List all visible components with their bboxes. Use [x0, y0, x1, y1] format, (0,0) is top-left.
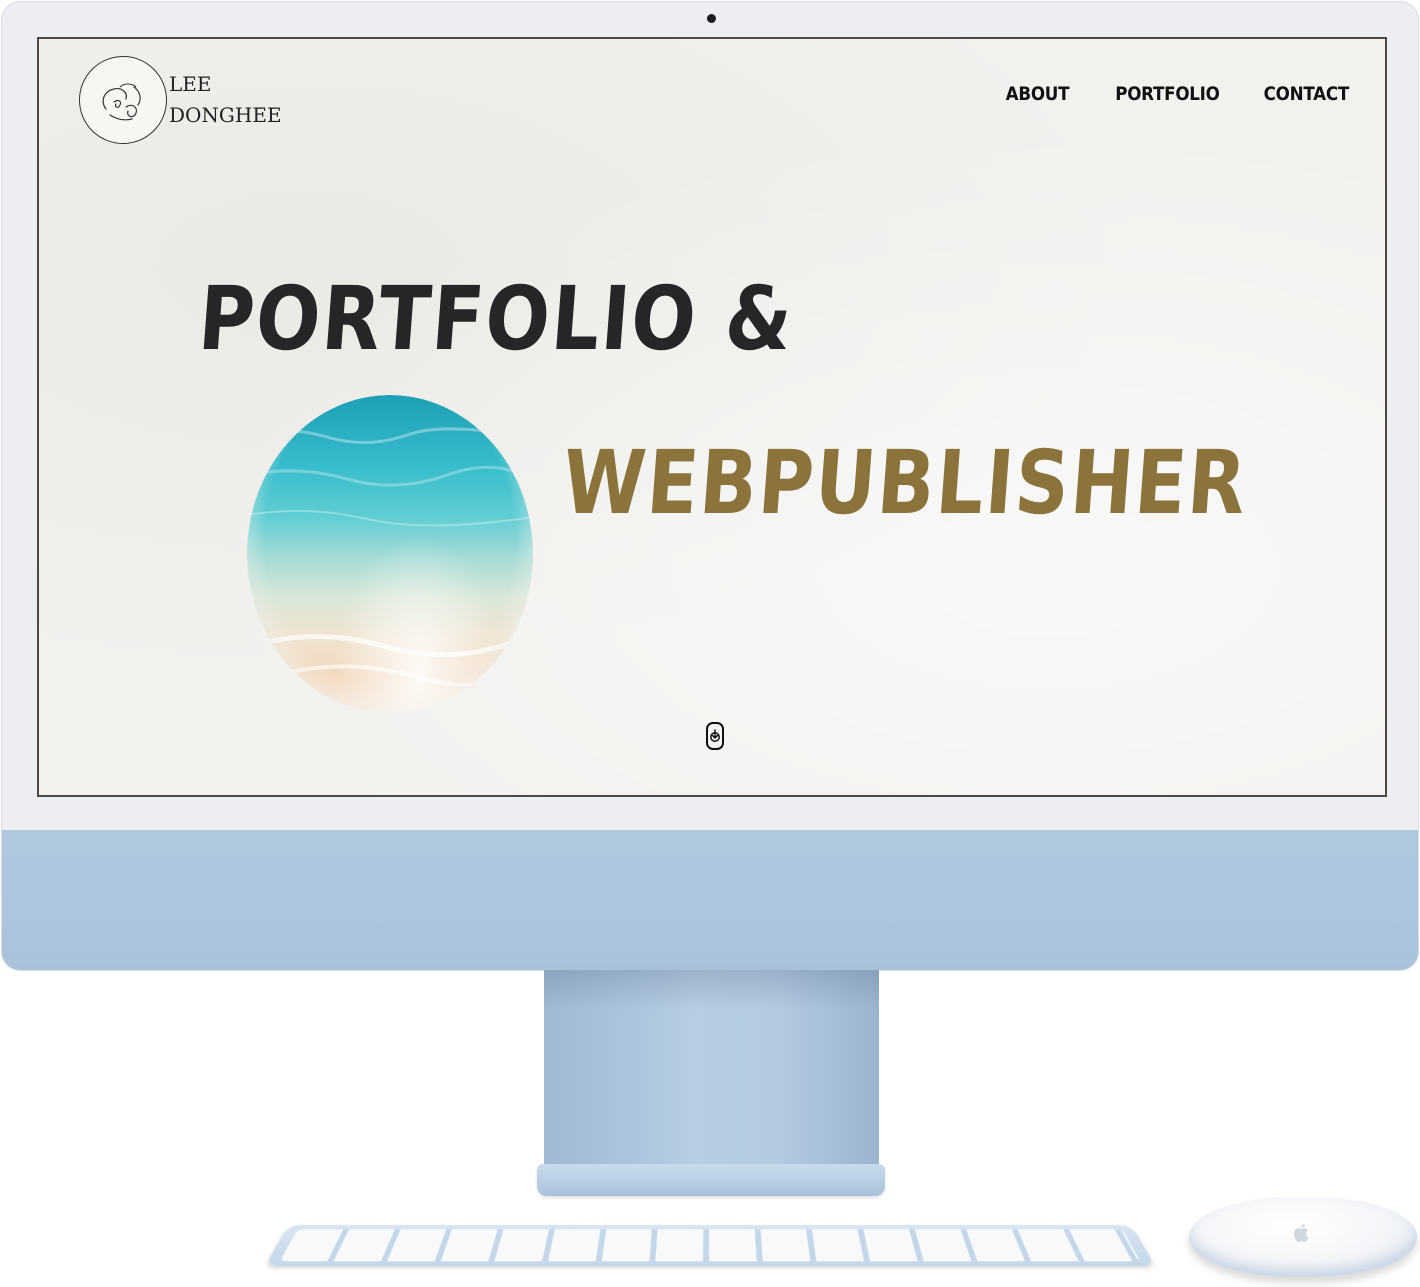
- imac-chin: [2, 830, 1418, 970]
- nav-portfolio[interactable]: PORTFOLIO: [1116, 83, 1221, 105]
- keyboard: [265, 1224, 1155, 1266]
- site-name: LEE DONGHEE: [169, 69, 282, 131]
- imac-stand-base: [537, 1164, 885, 1196]
- site-name-last: DONGHEE: [169, 103, 282, 127]
- mouse: [1189, 1197, 1417, 1277]
- scroll-down-icon[interactable]: [706, 722, 724, 750]
- site-name-first: LEE: [169, 72, 212, 96]
- hero-title-line-2: WEBPUBLISHER: [559, 431, 1252, 534]
- main-nav: ABOUT PORTFOLIO CONTACT: [997, 83, 1349, 105]
- hero-sea-image: [247, 395, 533, 713]
- hero-title-line-1: PORTFOLIO &: [195, 267, 798, 370]
- face-sketch-icon: [102, 83, 141, 121]
- website-screen: LEE DONGHEE ABOUT PORTFOLIO CONTACT PORT…: [37, 37, 1387, 797]
- imac-stand-shadow: [544, 970, 879, 1010]
- camera-icon: [707, 14, 716, 23]
- logo-link[interactable]: [79, 56, 167, 144]
- nav-about[interactable]: ABOUT: [1006, 83, 1070, 105]
- keyboard-keys: [279, 1229, 1141, 1262]
- apple-logo-icon: [1294, 1224, 1309, 1242]
- nav-contact[interactable]: CONTACT: [1264, 83, 1350, 105]
- imac-monitor: LEE DONGHEE ABOUT PORTFOLIO CONTACT PORT…: [2, 2, 1418, 970]
